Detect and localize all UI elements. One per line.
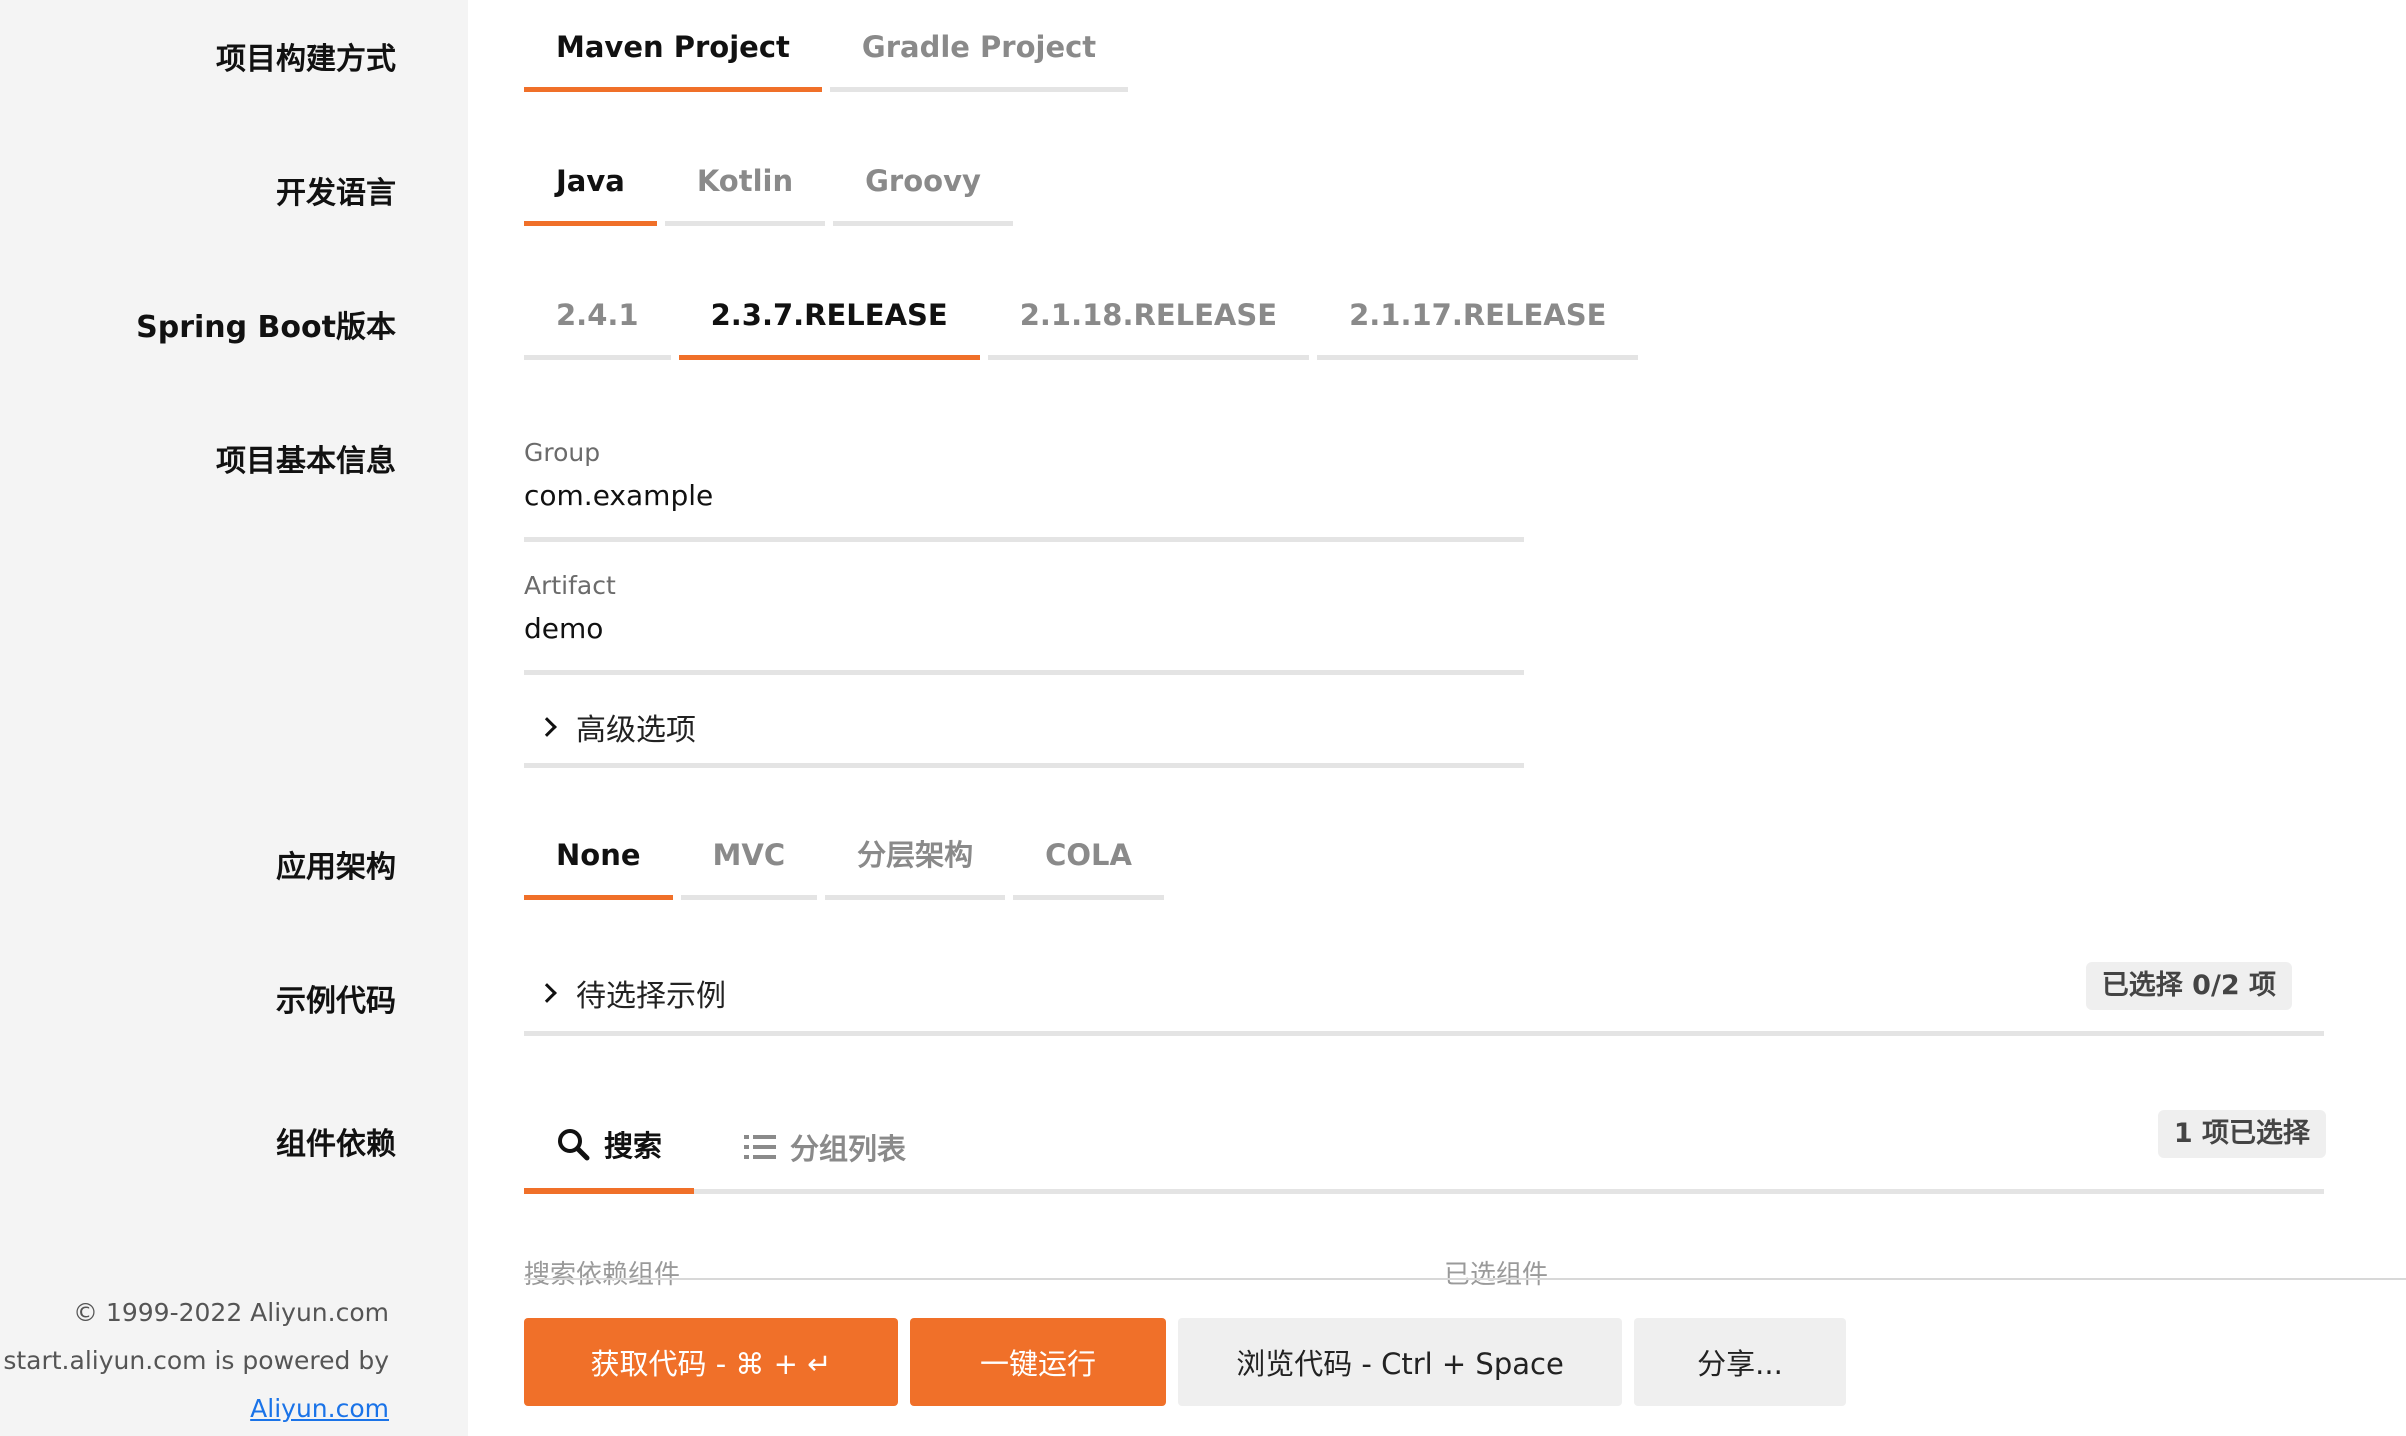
- tab-search[interactable]: 搜索: [524, 1100, 695, 1194]
- copyright-text: © 1999-2022 Aliyun.com: [73, 1298, 389, 1327]
- tab-boot-2-4-1[interactable]: 2.4.1: [524, 288, 671, 360]
- chevron-right-icon: [537, 983, 557, 1003]
- group-input[interactable]: [524, 475, 1524, 515]
- search-icon: [558, 1129, 590, 1161]
- tab-gradle-project[interactable]: Gradle Project: [829, 20, 1129, 92]
- tab-group-list-label: 分组列表: [790, 1132, 907, 1166]
- label-dependencies: 组件依赖: [276, 1127, 396, 1162]
- build-type-tabs: Maven Project Gradle Project: [524, 20, 1129, 92]
- divider: [524, 1278, 2406, 1280]
- tab-boot-2-3-7[interactable]: 2.3.7.RELEASE: [678, 288, 980, 360]
- label-architecture: 应用架构: [276, 850, 396, 885]
- group-field: Group: [524, 438, 1524, 542]
- footer: © 1999-2022 Aliyun.com start.aliyun.com …: [3, 1289, 389, 1433]
- architecture-tabs: None MVC 分层架构 COLA: [524, 828, 1164, 900]
- chevron-right-icon: [537, 716, 557, 737]
- label-basic-info: 项目基本信息: [216, 444, 396, 479]
- powered-by-text: start.aliyun.com is powered by: [3, 1346, 389, 1375]
- examples-selected-badge: 已选择 0/2 项: [2085, 962, 2292, 1010]
- label-example-code: 示例代码: [276, 984, 396, 1019]
- tab-maven-project[interactable]: Maven Project: [524, 20, 822, 92]
- artifact-input[interactable]: [524, 608, 1524, 648]
- tab-arch-cola[interactable]: COLA: [1013, 828, 1164, 900]
- list-icon: [744, 1135, 776, 1159]
- get-code-button[interactable]: 获取代码 - ⌘ + ↵: [524, 1318, 898, 1406]
- selected-dependencies-label: 已选组件: [1444, 1260, 1549, 1290]
- label-build-type: 项目构建方式: [216, 42, 396, 77]
- examples-toggle[interactable]: 待选择示例: [524, 955, 2324, 1036]
- tab-boot-2-1-17[interactable]: 2.1.17.RELEASE: [1317, 288, 1639, 360]
- artifact-field: Artifact: [524, 571, 1524, 675]
- dependencies-selected-badge: 1 项已选择: [2157, 1110, 2326, 1158]
- artifact-label: Artifact: [524, 571, 616, 600]
- boot-version-tabs: 2.4.1 2.3.7.RELEASE 2.1.18.RELEASE 2.1.1…: [524, 288, 1639, 360]
- sidebar: 项目构建方式 开发语言 Spring Boot版本 项目基本信息 应用架构 示例…: [0, 0, 468, 1436]
- tab-group-list[interactable]: 分组列表: [720, 1100, 930, 1194]
- tab-search-label: 搜索: [604, 1129, 663, 1163]
- tab-arch-layered[interactable]: 分层架构: [825, 828, 1006, 900]
- tab-arch-none[interactable]: None: [524, 828, 673, 900]
- tab-boot-2-1-18[interactable]: 2.1.18.RELEASE: [987, 288, 1310, 360]
- dependency-tabs: 搜索 分组列表: [524, 1100, 2324, 1194]
- share-button[interactable]: 分享...: [1634, 1318, 1846, 1406]
- group-label: Group: [524, 438, 601, 467]
- advanced-options-label: 高级选项: [576, 712, 696, 748]
- advanced-options-toggle[interactable]: 高级选项: [524, 690, 1524, 768]
- label-boot-version: Spring Boot版本: [136, 310, 396, 345]
- browse-code-button[interactable]: 浏览代码 - Ctrl + Space: [1178, 1318, 1622, 1406]
- label-language: 开发语言: [276, 176, 396, 211]
- tab-kotlin[interactable]: Kotlin: [664, 154, 826, 226]
- dependency-search-placeholder[interactable]: 搜索依赖组件: [524, 1254, 680, 1291]
- examples-label: 待选择示例: [576, 979, 726, 1014]
- tab-groovy[interactable]: Groovy: [833, 154, 1013, 226]
- language-tabs: Java Kotlin Groovy: [524, 154, 1013, 226]
- run-button[interactable]: 一键运行: [910, 1318, 1166, 1406]
- aliyun-link[interactable]: Aliyun.com: [250, 1394, 389, 1423]
- tab-java[interactable]: Java: [524, 154, 657, 226]
- tab-arch-mvc[interactable]: MVC: [680, 828, 818, 900]
